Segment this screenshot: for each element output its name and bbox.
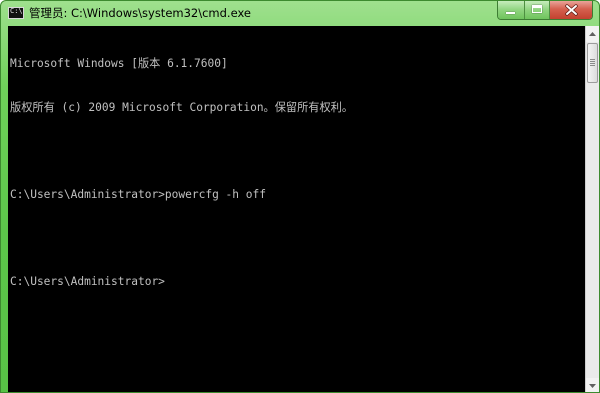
close-icon	[565, 4, 578, 16]
close-button[interactable]	[549, 1, 592, 19]
minimize-icon	[506, 12, 515, 14]
grip-icon	[590, 59, 595, 66]
console-line: Microsoft Windows [版本 6.1.7600]	[10, 57, 228, 70]
scroll-down-button[interactable]	[586, 378, 599, 392]
console-line: 版权所有 (c) 2009 Microsoft Corporation。保留所有…	[10, 100, 354, 114]
scroll-thumb[interactable]	[587, 43, 598, 83]
caption-buttons	[497, 1, 593, 20]
minimize-button[interactable]	[498, 1, 524, 19]
console-prompt[interactable]: C:\Users\Administrator>	[10, 275, 353, 290]
vertical-scrollbar[interactable]	[585, 26, 599, 392]
console-output[interactable]: Microsoft Windows [版本 6.1.7600] 版权所有 (c)…	[8, 26, 585, 392]
maximize-button[interactable]	[524, 1, 549, 19]
window-title: 管理员: C:\Windows\system32\cmd.exe	[29, 6, 251, 20]
cmd-window: C:\ 管理员: C:\Windows\system32\cmd.exe Mic…	[0, 0, 600, 393]
chevron-up-icon	[589, 32, 596, 36]
title-bar[interactable]: C:\ 管理员: C:\Windows\system32\cmd.exe	[1, 1, 599, 25]
chevron-down-icon	[589, 384, 596, 388]
console-line: C:\Users\Administrator>powercfg -h off	[10, 187, 266, 201]
cmd-icon[interactable]: C:\	[8, 7, 24, 19]
maximize-icon	[532, 5, 542, 13]
scroll-up-button[interactable]	[586, 26, 599, 42]
